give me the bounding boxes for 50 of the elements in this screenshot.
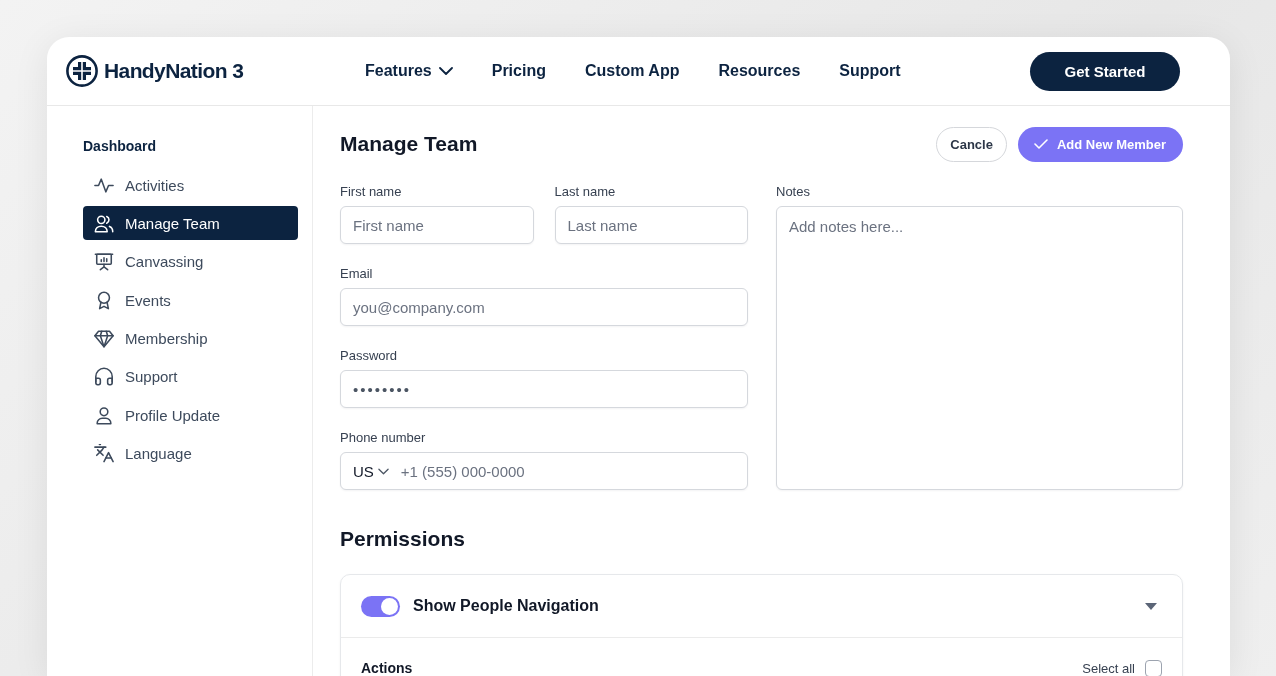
text-field[interactable]: Last name [554, 206, 748, 244]
sidebar-item[interactable]: Language [83, 436, 298, 471]
password-field[interactable]: •••••••• [340, 370, 748, 408]
field-label: Phone number [340, 430, 427, 446]
checkbox[interactable] [1145, 659, 1162, 676]
country-select[interactable]: US [353, 459, 389, 483]
sidebar-item[interactable]: Activities [83, 168, 298, 202]
headphones-icon [94, 367, 114, 387]
select-all-label: Select all [1082, 660, 1135, 676]
translate-icon [94, 444, 114, 464]
presentation-board-icon [94, 252, 114, 272]
pulse-icon [94, 175, 114, 195]
sidebar-item[interactable]: Profile Update [83, 398, 298, 433]
chevron-icon [377, 467, 389, 475]
nav-link[interactable]: Custom App [584, 62, 680, 80]
permission-title: Show People Navigation [413, 597, 599, 615]
diamond-icon [94, 329, 114, 349]
section-heading: Permissions [340, 526, 466, 552]
chevron-icon [438, 67, 453, 75]
email-field[interactable]: you@company.com [340, 288, 748, 326]
sidebar-item[interactable]: Membership [83, 321, 298, 356]
toggle-switch[interactable] [361, 595, 400, 617]
field-label: First name [340, 184, 403, 200]
sidebar-heading: Dashboard [83, 137, 158, 156]
sidebar-item[interactable]: Canvassing [83, 244, 298, 279]
sidebar-item[interactable]: Manage Team [83, 206, 298, 241]
actions-heading: Actions [361, 659, 413, 676]
users-icon [94, 213, 114, 233]
nav-link[interactable]: Features [365, 62, 453, 80]
nav-link[interactable]: Pricing [491, 62, 546, 80]
logo-icon [66, 55, 98, 87]
brand-name: HandyNation 3 [104, 59, 244, 83]
field-label: Email [340, 266, 374, 282]
sidebar-item[interactable]: Events [83, 283, 298, 318]
page-title: Manage Team [340, 132, 478, 156]
notes-field[interactable]: Add notes here... [776, 206, 1183, 490]
field-label: Last name [554, 184, 617, 200]
nav-link[interactable]: Support [839, 62, 901, 80]
phone-field[interactable]: US +1 (555) 000-0000 [340, 452, 748, 490]
field-label: Notes [776, 184, 811, 200]
sidebar-item[interactable]: Support [83, 359, 298, 394]
field-label: Password [340, 348, 399, 364]
check-icon [1033, 139, 1048, 149]
add-member-button[interactable]: Add New Member [1017, 126, 1183, 162]
caret-icon[interactable] [1145, 602, 1157, 610]
cancel-button[interactable]: Cancle [936, 126, 1007, 162]
nav-link[interactable]: Resources [718, 62, 801, 80]
get-started-button[interactable]: Get Started [1030, 51, 1180, 91]
user-icon [94, 405, 114, 425]
text-field[interactable]: First name [340, 206, 534, 244]
